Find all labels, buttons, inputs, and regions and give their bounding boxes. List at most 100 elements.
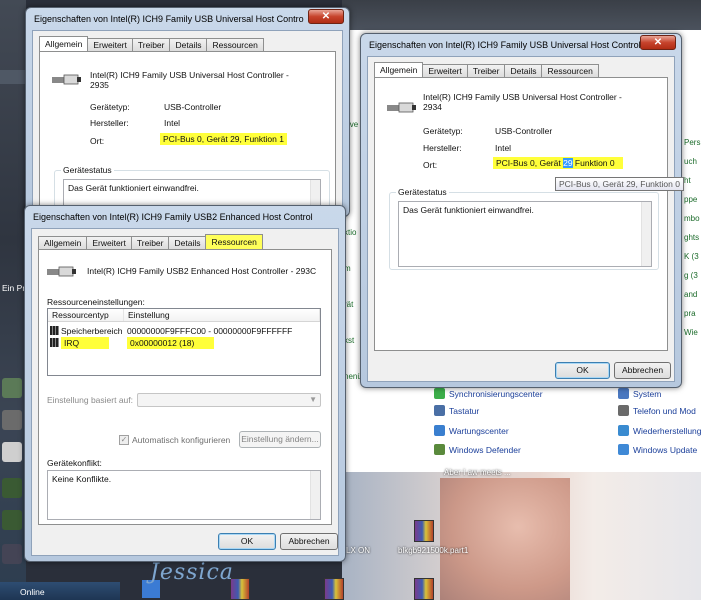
close-button[interactable]: ✕	[308, 9, 344, 24]
control-panel-item[interactable]: Telefon und Mod	[618, 405, 696, 416]
cancel-button[interactable]: Abbrechen	[614, 362, 671, 379]
tab-treiber[interactable]: Treiber	[466, 64, 506, 77]
tab-strip: Allgemein Erweitert Treiber Details Ress…	[39, 36, 264, 51]
control-panel-fragment: ht	[684, 176, 691, 185]
status-scrollbar[interactable]	[641, 202, 651, 266]
tab-treiber[interactable]: Treiber	[131, 38, 171, 51]
taskbar-online-label[interactable]: Online	[20, 587, 45, 597]
control-panel-item[interactable]: Windows Defender	[434, 444, 521, 455]
hourglass-icon[interactable]	[2, 510, 22, 530]
tab-ressourcen[interactable]: Ressourcen	[205, 234, 263, 249]
close-icon: ✕	[321, 11, 331, 22]
device-type-label: Gerätetyp:	[90, 102, 130, 112]
usb-device-icon	[47, 266, 76, 277]
control-panel-fragment: K (3	[684, 252, 699, 261]
tab-allgemein[interactable]: Allgemein	[374, 62, 424, 77]
control-panel-item-icon	[618, 405, 629, 416]
device-status-text: Das Gerät funktioniert einwandfrei.	[403, 205, 534, 215]
tab-details[interactable]: Details	[169, 38, 208, 51]
manufacturer-value: Intel	[164, 118, 181, 128]
resource-list-header: Ressourcentyp Einstellung	[48, 309, 320, 322]
location-value: PCI-Bus 0, Gerät 29 Funktion 0	[493, 157, 623, 169]
tab-details[interactable]: Details	[168, 236, 207, 249]
column-resource-type[interactable]: Ressourcentyp	[48, 309, 124, 321]
ok-button[interactable]: OK	[555, 362, 610, 379]
hourglass-icon[interactable]	[2, 478, 22, 498]
control-panel-toolbar	[342, 0, 701, 30]
tab-details[interactable]: Details	[504, 64, 543, 77]
resource-setting-cell: 0x00000012 (18)	[127, 337, 215, 349]
irq-chip-icon	[50, 338, 59, 347]
control-panel-item[interactable]: Wiederherstellung	[618, 425, 701, 436]
alien-icon[interactable]	[2, 442, 22, 462]
location-highlight: PCI-Bus 0, Gerät 29 Funktion 0	[493, 157, 623, 169]
tab-allgemein[interactable]: Allgemein	[38, 236, 88, 249]
based-on-combobox[interactable]: ▼	[137, 393, 321, 407]
column-setting[interactable]: Einstellung	[124, 309, 320, 321]
control-panel-item-icon	[434, 405, 445, 416]
irq-setting-highlight: 0x00000012 (18)	[127, 337, 215, 349]
desktop-icon[interactable]	[2, 410, 22, 430]
device-status-group: Gerätestatus Das Gerät funktioniert einw…	[389, 187, 659, 270]
desktop-icon[interactable]	[2, 378, 22, 398]
change-setting-button[interactable]: Einstellung ändern...	[239, 431, 321, 448]
control-panel-item[interactable]: Wartungscenter	[434, 425, 509, 436]
device-status-label: Gerätestatus	[396, 187, 449, 197]
control-panel-item[interactable]: Tastatur	[434, 405, 479, 416]
ok-button[interactable]: OK	[218, 533, 276, 550]
control-panel-item[interactable]: Windows Update	[618, 444, 697, 455]
control-panel-item[interactable]: System	[618, 388, 661, 399]
control-panel-item-icon	[618, 425, 629, 436]
conflict-scrollbar[interactable]	[310, 471, 320, 519]
tab-allgemein[interactable]: Allgemein	[39, 36, 89, 51]
tab-erweitert[interactable]: Erweitert	[422, 64, 468, 77]
location-tooltip: PCI-Bus 0, Gerät 29, Funktion 0	[555, 177, 684, 191]
resource-setting-cell: 00000000F9FFFC00 - 00000000F9FFFFFF	[127, 326, 293, 336]
tab-erweitert[interactable]: Erweitert	[86, 236, 132, 249]
properties-window-293C: Eigenschaften von Intel(R) ICH9 Family U…	[24, 205, 346, 562]
control-panel-item[interactable]: Synchronisierungscenter	[434, 388, 543, 399]
irq-highlight: IRQ	[61, 337, 110, 349]
tab-erweitert[interactable]: Erweitert	[87, 38, 133, 51]
resource-row[interactable]: Speicherbereich 00000000F9FFFC00 - 00000…	[50, 326, 292, 336]
auto-config-checkbox[interactable]: ✓	[119, 435, 129, 445]
device-type-label: Gerätetyp:	[423, 126, 463, 136]
control-panel-item-icon	[618, 388, 629, 399]
conflict-textbox[interactable]: Keine Konflikte.	[47, 470, 321, 520]
control-panel-item-icon	[434, 444, 445, 455]
cancel-button[interactable]: Abbrechen	[280, 533, 338, 550]
memory-chip-icon	[50, 326, 59, 335]
close-button[interactable]: ✕	[640, 35, 676, 50]
usb-device-icon	[52, 74, 81, 85]
control-panel-fragment: and	[684, 290, 698, 299]
window-title: Eigenschaften von Intel(R) ICH9 Family U…	[369, 40, 644, 50]
control-panel-fragment: pra	[684, 309, 696, 318]
control-panel-item-label: System	[633, 388, 662, 399]
tab-ressourcen[interactable]: Ressourcen	[206, 38, 264, 51]
properties-window-2935: Eigenschaften von Intel(R) ICH9 Family U…	[25, 7, 350, 222]
window-title: Eigenschaften von Intel(R) ICH9 Family U…	[33, 212, 313, 222]
device-status-label: Gerätestatus	[61, 165, 114, 175]
location-prefix: PCI-Bus 0, Gerät	[496, 158, 564, 168]
desktop-label[interactable]: Aber I aw meets ...	[444, 468, 511, 477]
desktop-icon[interactable]	[2, 544, 22, 564]
desktop-label[interactable]: LX ON	[346, 546, 370, 555]
properties-window-2934: Eigenschaften von Intel(R) ICH9 Family U…	[360, 33, 682, 388]
device-status-textbox[interactable]: Das Gerät funktioniert einwandfrei.	[398, 201, 652, 267]
location-value: PCI-Bus 0, Gerät 29, Funktion 1	[160, 133, 287, 145]
control-panel-fragment: Pers	[684, 138, 701, 147]
rar-archive-icon[interactable]	[324, 578, 344, 600]
tab-strip: Allgemein Erweitert Treiber Details Ress…	[38, 234, 263, 249]
tab-ressourcen[interactable]: Ressourcen	[541, 64, 599, 77]
location-label: Ort:	[90, 136, 105, 146]
desktop-label[interactable]: blkgb921500k.part1	[398, 546, 468, 555]
device-status-text: Das Gerät funktioniert einwandfrei.	[68, 183, 199, 193]
rar-archive-icon[interactable]	[414, 578, 434, 600]
resource-type-cell: IRQ	[61, 337, 127, 349]
manufacturer-label: Hersteller:	[90, 118, 129, 128]
tab-treiber[interactable]: Treiber	[130, 236, 170, 249]
window-client: Allgemein Erweitert Treiber Details Ress…	[32, 30, 343, 222]
rar-archive-icon[interactable]	[414, 520, 434, 542]
resource-list[interactable]: Ressourcentyp Einstellung Speicherbereic…	[47, 308, 321, 376]
resource-row[interactable]: IRQ 0x00000012 (18)	[50, 337, 215, 349]
